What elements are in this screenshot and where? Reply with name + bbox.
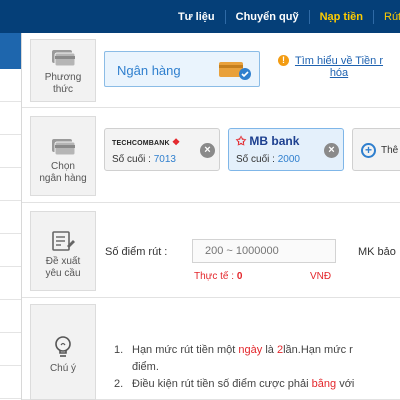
sidebar-item[interactable] [0,168,21,201]
lightbulb-icon [55,336,71,357]
sidebar-item[interactable] [0,201,21,234]
bank-label: Chọn [51,161,75,172]
last-digits: 2000 [277,154,300,165]
notes-row: Chú ý 1. Hạn mức rút tiền một ngày là 2l… [22,298,400,400]
mbbank-star-icon: ✩ [236,134,247,148]
sidebar-item[interactable] [0,102,21,135]
suffix-label: Số cuối : [112,154,151,165]
note-item: 2. Điều kiện rút tiền số điểm cược phải … [114,378,400,391]
techcombank-logo-text: TECHCOMBANK [112,140,170,147]
help-link-text: Tìm hiểu về Tiền r [294,55,384,67]
note-item: điểm. [114,361,400,374]
plus-icon: + [361,143,376,158]
notes-label-box: Chú ý [30,304,96,400]
note-item: 1. Hạn mức rút tiền một ngày là 2lần.Hạn… [114,344,400,357]
sidebar [0,33,22,400]
sidebar-item[interactable] [0,135,21,168]
note-number: 2. [114,378,124,390]
actual-label: Thực tế : [194,271,235,282]
points-input[interactable] [192,239,336,263]
add-bank-label: Thê [381,145,399,156]
mbbank-logo-text: MB bank [249,134,300,148]
method-option-label: Ngân hàng [117,63,181,78]
bank-card-mbbank[interactable]: ✩ MB bank Số cuối : 2000 × [228,128,344,171]
nav-item-deposit[interactable]: Nạp tiền [310,9,374,24]
actual-value: 0 [236,271,243,282]
sidebar-item[interactable] [0,333,21,366]
method-label-2: thức [52,84,74,95]
help-link[interactable]: ! Tìm hiểu về Tiền r hóa [278,55,400,79]
remove-bank-icon[interactable]: × [324,143,339,158]
nav-item-documents[interactable]: Tư liệu [168,9,226,24]
request-label-box: Đề xuất yêu cầu [30,211,96,291]
method-label-box: Phương thức [30,39,96,102]
sidebar-item[interactable] [0,300,21,333]
notes-list: 1. Hạn mức rút tiền một ngày là 2lần.Hạn… [114,344,400,395]
form-icon [52,231,75,251]
request-label: Đề xuất [45,256,81,267]
techcombank-logo: TECHCOMBANK ❖ [112,137,180,148]
mbbank-logo: ✩ MB bank [236,134,299,148]
note-highlight: bằng [311,378,337,390]
method-row: Phương thức Ngân hàng ! Tìm hiểu về Tiền… [22,33,400,108]
last-digits: 7013 [153,154,176,165]
help-link-text-2: hóa [329,67,349,79]
bank-card-suffix: Số cuối : 2000 [236,154,300,165]
top-nav: Tư liệu Chuyển quỹ Nạp tiền Rút [168,0,400,33]
nav-item-withdraw[interactable]: Rút [374,10,400,24]
note-text: lần.Hạn mức r [283,344,353,356]
card-icon [52,139,76,156]
bank-label-box: Chọn ngân hàng [30,116,96,196]
points-label: Số điểm rút : [105,246,168,258]
bank-card-suffix: Số cuối : 7013 [112,154,176,165]
note-text: Điều kiện rút tiền số điểm cược phải [132,378,309,390]
method-label: Phương [44,72,82,83]
request-label-2: yêu cầu [45,268,81,279]
method-option-bank[interactable]: Ngân hàng [104,51,260,87]
note-highlight: ngày [238,344,263,356]
withdraw-form: Phương thức Ngân hàng ! Tìm hiểu về Tiền… [22,33,400,400]
sidebar-item[interactable] [0,234,21,267]
note-text: điểm. [132,361,159,373]
suffix-label: Số cuối : [236,154,275,165]
note-text: là [265,344,274,356]
note-number: 1. [114,344,124,356]
sidebar-item[interactable] [0,267,21,300]
sidebar-item[interactable] [0,366,21,399]
bank-card-techcombank[interactable]: TECHCOMBANK ❖ Số cuối : 7013 × [104,128,220,171]
security-password-label: MK bảo [358,246,396,258]
currency-unit: VNĐ [310,271,332,282]
info-icon: ! [278,55,289,66]
sidebar-item[interactable] [0,69,21,102]
note-text: Hạn mức rút tiền một [132,344,236,356]
sidebar-header [0,33,21,69]
actual-amount: Thực tế : 0 [194,271,242,282]
card-icon [52,50,76,67]
note-text: với [339,378,355,390]
request-row: Đề xuất yêu cầu Số điểm rút : Thực tế : … [22,203,400,298]
notes-label: Chú ý [49,363,77,374]
bank-row: Chọn ngân hàng TECHCOMBANK ❖ Số cuối : 7… [22,108,400,203]
techcombank-logo-icon: ❖ [171,137,181,147]
bank-label-2: ngân hàng [39,173,87,184]
add-bank-button[interactable]: + Thê [352,128,400,171]
remove-bank-icon[interactable]: × [200,143,215,158]
nav-item-transfer[interactable]: Chuyển quỹ [226,9,310,24]
bank-card-icon [219,62,251,80]
top-navigation-bar: Tư liệu Chuyển quỹ Nạp tiền Rút [0,0,400,33]
